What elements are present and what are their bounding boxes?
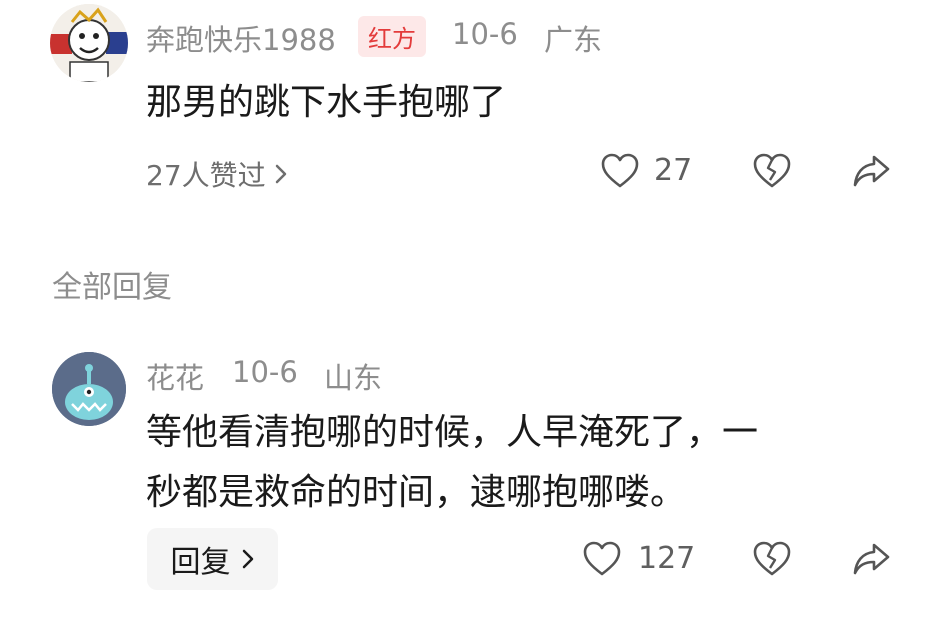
heart-icon[interactable] — [600, 152, 640, 190]
like-count: 27 — [654, 153, 693, 188]
comment-location: 广东 — [544, 23, 603, 57]
avatar-monster-icon — [52, 352, 126, 426]
section-title: 全部回复 — [52, 270, 172, 305]
reply-date: 10-6 — [232, 355, 298, 389]
reply-username[interactable]: 花花 — [146, 355, 204, 397]
comment-avatar[interactable] — [50, 4, 128, 82]
likers-label: 27人赞过 — [146, 159, 266, 192]
comment-date: 10-6 — [452, 17, 518, 51]
reply-text-line2: 秒都是救命的时间，逮哪抱哪喽。 — [146, 472, 687, 513]
camp-badge: 红方 — [358, 16, 426, 57]
broken-heart-icon[interactable] — [752, 540, 792, 578]
reply-button[interactable]: 回复 — [147, 528, 278, 590]
comment-text: 那男的跳下水手抱哪了 — [146, 82, 507, 123]
likers-link[interactable]: 27人赞过 — [146, 154, 288, 194]
heart-icon[interactable] — [582, 540, 622, 578]
reply-button-label: 回复 — [170, 545, 231, 580]
reply-like-count: 127 — [638, 541, 696, 576]
chevron-right-icon — [241, 547, 255, 571]
share-arrow-icon[interactable] — [852, 541, 892, 577]
reply-location: 山东 — [324, 361, 383, 395]
share-arrow-icon[interactable] — [852, 153, 892, 189]
chevron-right-icon — [274, 162, 288, 186]
reply-text-line1: 等他看清抱哪的时候，人早淹死了，一 — [146, 412, 759, 453]
reply-avatar[interactable] — [52, 352, 126, 426]
comment-username[interactable]: 奔跑快乐1988 — [146, 17, 336, 59]
avatar-meme-face-icon — [50, 4, 128, 82]
broken-heart-icon[interactable] — [752, 152, 792, 190]
